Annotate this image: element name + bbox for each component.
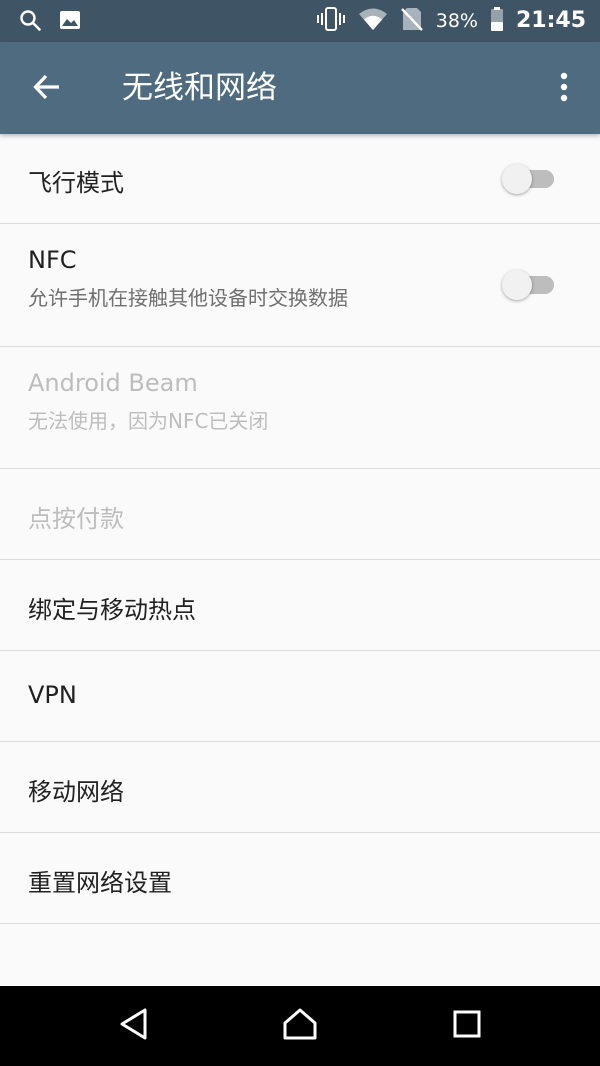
status-bar: 38% 21:45 [0,0,600,42]
more-options-button[interactable] [544,64,584,114]
setting-summary: 允许手机在接触其他设备时交换数据 [28,286,348,310]
wifi-icon [358,6,388,36]
clock: 21:45 [515,8,586,33]
nfc-toggle[interactable] [502,268,556,302]
image-icon [58,8,82,36]
back-triangle-icon [118,1007,150,1045]
setting-title: 飞行模式 [28,169,124,197]
setting-summary: 无法使用，因为NFC已关闭 [28,409,269,433]
nav-back-button[interactable] [106,1000,162,1052]
nav-recents-button[interactable] [439,1000,495,1052]
navigation-bar [0,986,600,1066]
setting-tethering-hotspot[interactable]: 绑定与移动热点 [0,560,600,651]
nav-home-button[interactable] [272,1000,328,1052]
setting-title: 移动网络 [28,778,124,806]
more-vert-icon [559,72,569,106]
back-button[interactable] [22,64,72,114]
screen: 38% 21:45 无线和网络 飞行模式 NFC 允许手机在接触其他设备时交换数… [0,0,600,1066]
status-bar-system: 38% 21:45 [316,6,586,36]
recents-icon [452,1009,482,1043]
setting-nfc[interactable]: NFC 允许手机在接触其他设备时交换数据 [0,224,600,347]
search-icon [18,8,42,36]
arrow-left-icon [32,72,62,106]
vibrate-icon [316,6,346,36]
toggle-thumb [502,270,532,300]
page-title: 无线和网络 [122,70,277,106]
no-sim-icon [400,6,424,36]
app-bar: 无线和网络 [0,42,600,134]
airplane-mode-toggle[interactable] [502,162,556,196]
settings-list: 飞行模式 NFC 允许手机在接触其他设备时交换数据 Android Beam 无… [0,134,600,924]
setting-title: VPN [28,681,77,709]
toggle-thumb [502,164,532,194]
setting-airplane-mode[interactable]: 飞行模式 [0,134,600,224]
battery-icon [490,6,504,36]
setting-reset-network[interactable]: 重置网络设置 [0,833,600,924]
setting-android-beam[interactable]: Android Beam 无法使用，因为NFC已关闭 [0,347,600,469]
setting-title: NFC [28,246,77,274]
setting-mobile-network[interactable]: 移动网络 [0,742,600,833]
battery-percent: 38% [435,10,478,32]
setting-vpn[interactable]: VPN [0,651,600,742]
status-bar-notifications [18,8,82,36]
setting-title: 绑定与移动热点 [28,596,196,624]
setting-tap-and-pay[interactable]: 点按付款 [0,469,600,560]
setting-title: Android Beam [28,369,198,397]
home-icon [282,1007,318,1045]
setting-title: 点按付款 [28,505,124,533]
setting-title: 重置网络设置 [28,869,172,897]
